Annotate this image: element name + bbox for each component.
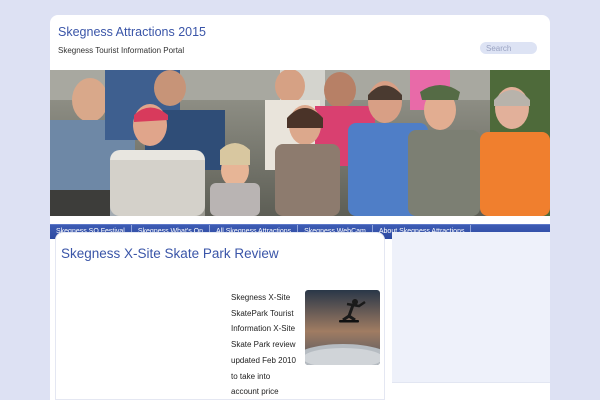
crowd-photo (50, 70, 550, 216)
sidebar (392, 232, 550, 400)
post-excerpt: Skegness X-Site SkatePark Tourist Inform… (231, 293, 296, 397)
site-description: Skegness Tourist Information Portal (58, 46, 185, 55)
search-input[interactable] (480, 42, 537, 54)
skateboarder-image (305, 290, 380, 365)
post-title[interactable]: Skegness X-Site Skate Park Review (61, 246, 279, 261)
post-thumbnail[interactable] (305, 290, 380, 365)
header-banner-image (50, 70, 550, 216)
sidebar-widget (392, 382, 550, 400)
site-title[interactable]: Skegness Attractions 2015 (58, 25, 206, 39)
main-content: Skegness X-Site Skate Park Review Skegne… (55, 232, 385, 400)
